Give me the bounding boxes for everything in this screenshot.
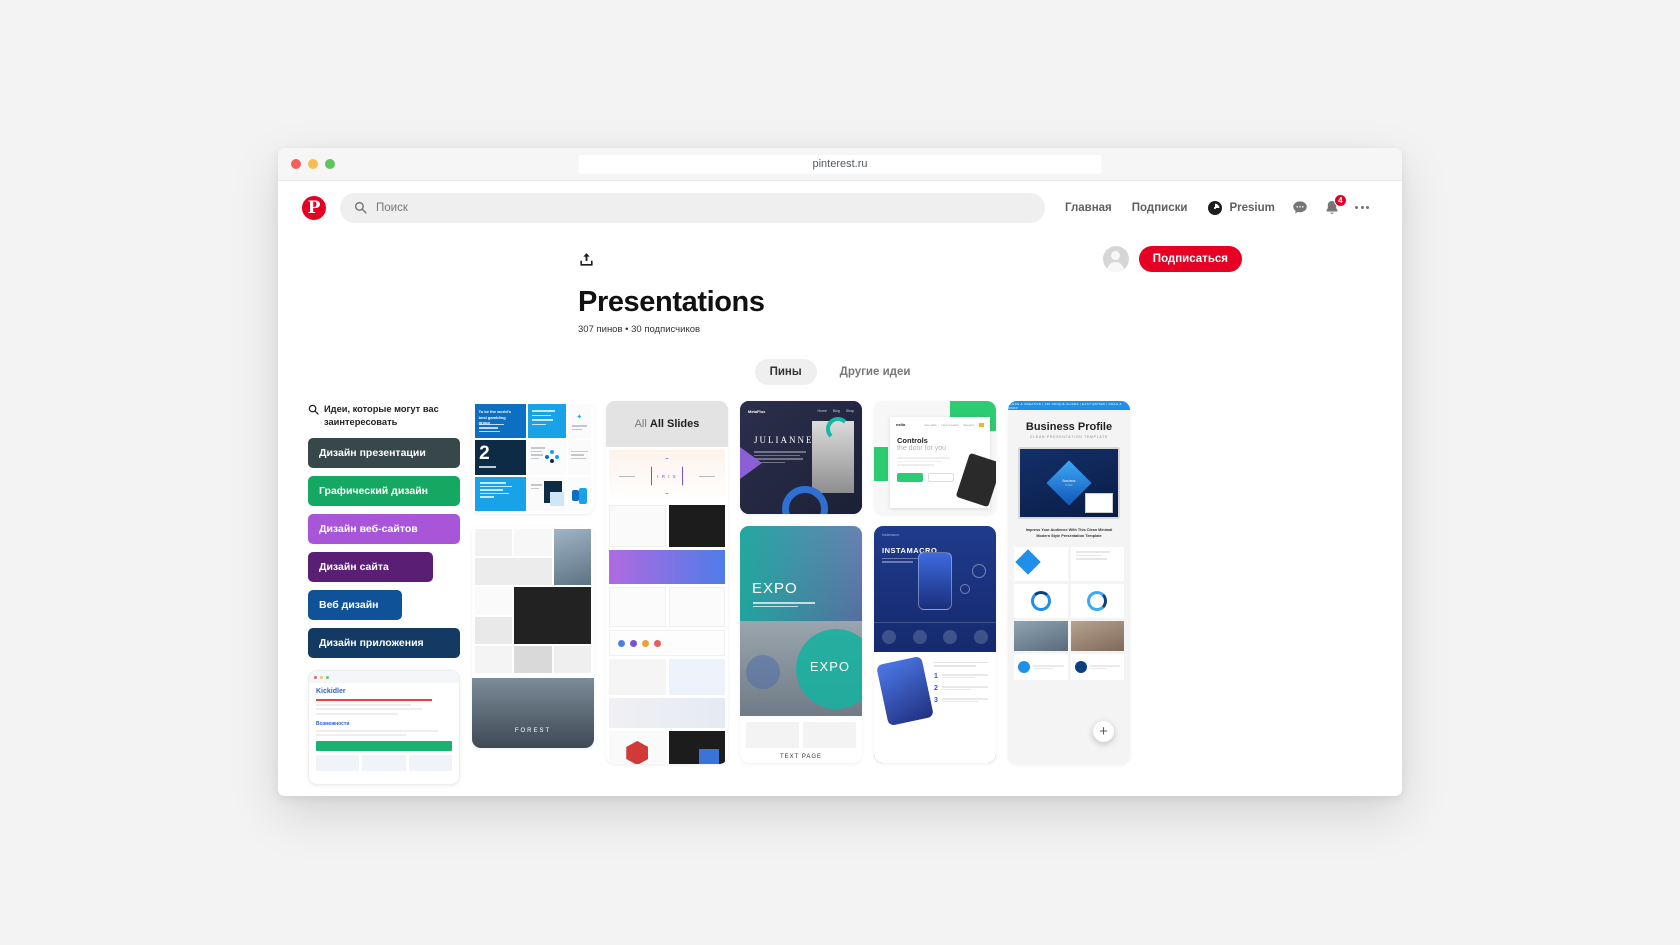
presium-avatar-icon	[1208, 200, 1223, 215]
share-upload-icon[interactable]	[578, 251, 595, 268]
pin-slide-number: 2	[479, 443, 490, 465]
nav-presium-label: Presium	[1229, 201, 1275, 214]
pin-column-5: CLEAN & CREATIVE | 190 UNIQUE SLIDES | E…	[1008, 401, 1130, 785]
window-controls[interactable]	[291, 159, 335, 169]
search-icon	[308, 404, 319, 415]
more-horizontal-icon[interactable]	[1354, 205, 1370, 210]
browser-window: pinterest.ru P Поиск Главная Подписки Pr…	[278, 148, 1402, 796]
pin-minimal-mood-board[interactable]: FOREST	[472, 526, 594, 748]
pin-julianne-title: JULIANNE	[754, 435, 814, 445]
pin-column-2: All All Slides I R I S	[606, 401, 728, 785]
chat-bubble-icon[interactable]	[1291, 199, 1309, 217]
pin-blue-slide-deck[interactable]: To be the world's best gambling group ✦	[472, 401, 594, 514]
pin-controls-subtitle: the door for you	[897, 445, 947, 452]
follow-button[interactable]: Подписаться	[1138, 246, 1242, 272]
pin-instamacro-step-3: 3	[934, 696, 938, 704]
search-placeholder: Поиск	[376, 201, 408, 214]
nav-home[interactable]: Главная	[1065, 202, 1112, 214]
page-title: Presentations	[578, 286, 765, 318]
header-icons: 4	[1291, 193, 1370, 217]
add-pin-button[interactable]: +	[1093, 721, 1114, 742]
board-tabs: Пины Другие идеи	[278, 359, 1402, 385]
notification-badge: 4	[1333, 193, 1347, 207]
board-owner-block: Подписаться	[1102, 246, 1242, 272]
pin-business-title: Business Profile	[1025, 421, 1113, 433]
pin-expo-title-2: EXPO	[809, 659, 850, 674]
board-content: Идеи, которые могут вас заинтересовать Д…	[278, 401, 1402, 786]
board-header: Подписаться Presentations 307 пинов • 30…	[278, 234, 1402, 385]
address-bar-url: pinterest.ru	[812, 158, 868, 170]
pin-iris-logo: I R I S	[657, 473, 677, 479]
sidebar-tag-site-design[interactable]: Дизайн сайта	[308, 552, 433, 583]
pin-column-4: nello Get nello How it works Support Con…	[874, 401, 996, 785]
avatar[interactable]	[1102, 246, 1129, 272]
pin-expo-title: EXPO	[752, 580, 798, 597]
pin-kickidler-ui[interactable]: Kickidler Возможности	[308, 670, 460, 786]
nav-following[interactable]: Подписки	[1132, 202, 1188, 214]
ideas-sidebar-heading: Идеи, которые могут вас заинтересовать	[308, 403, 460, 428]
sidebar-tag-graphic-design[interactable]: Графический дизайн	[308, 476, 460, 507]
search-icon	[354, 201, 367, 214]
pin-column-1: To be the world's best gambling group ✦	[472, 401, 594, 785]
pin-expo-subtitle: TEXT PAGE	[779, 754, 823, 760]
pin-controls-title: Controls	[897, 436, 928, 445]
pin-instamacro-step-1: 1	[934, 672, 938, 680]
pinterest-logo-icon[interactable]: P	[302, 195, 326, 220]
nav-presium[interactable]: Presium	[1207, 200, 1275, 216]
browser-titlebar: pinterest.ru	[278, 148, 1402, 181]
board-meta: 307 пинов • 30 подписчиков	[578, 324, 701, 335]
pin-column-3: MetaFlux Home Blog Shop JULIANNE EXPO EX…	[740, 401, 862, 785]
pin-instamacro-step-2: 2	[934, 684, 938, 692]
pin-business-subtitle: CLEAN PRESENTATION TEMPLATE	[1029, 435, 1109, 439]
sidebar-tag-app-design[interactable]: Дизайн приложения	[308, 628, 460, 659]
pin-all-slides-template[interactable]: All All Slides I R I S	[606, 401, 728, 764]
pin-business-ribbon: CLEAN & CREATIVE | 190 UNIQUE SLIDES | E…	[1008, 401, 1122, 410]
address-bar[interactable]: pinterest.ru	[577, 153, 1103, 175]
ideas-sidebar: Идеи, которые могут вас заинтересовать Д…	[308, 401, 460, 786]
pin-slide-title: To be the world's best gambling group	[478, 409, 511, 425]
bell-icon[interactable]: 4	[1323, 193, 1347, 217]
search-input[interactable]: Поиск	[340, 192, 1045, 223]
sidebar-tag-presentation-design[interactable]: Дизайн презентации	[308, 438, 460, 469]
pin-business-profile-template[interactable]: CLEAN & CREATIVE | 190 UNIQUE SLIDES | E…	[1008, 401, 1130, 764]
maximize-window-button[interactable]	[325, 159, 335, 169]
pin-kickidler-title: Kickidler	[316, 688, 346, 696]
pin-business-quote: Impress Your Audience With This Clean Mi…	[1025, 528, 1113, 538]
header-nav: Главная Подписки Presium	[1065, 200, 1275, 216]
pinterest-header: P Поиск Главная Подписки Presium 4	[278, 181, 1402, 234]
minimize-window-button[interactable]	[308, 159, 318, 169]
pin-all-slides-title: All All Slides	[634, 418, 700, 430]
pin-expo-presentation[interactable]: EXPO EXPO TEXT PAGE	[740, 526, 862, 763]
close-window-button[interactable]	[291, 159, 301, 169]
pin-instamacro-app[interactable]: Instamacro INSTAMACRO 1 2 3	[874, 526, 996, 763]
pin-controls-landing[interactable]: nello Get nello How it works Support Con…	[874, 401, 996, 514]
tab-more-ideas[interactable]: Другие идеи	[825, 359, 926, 385]
sidebar-tag-website-design[interactable]: Дизайн веб-сайтов	[308, 514, 460, 545]
ideas-sidebar-heading-label: Идеи, которые могут вас заинтересовать	[324, 404, 439, 427]
board-actions-row: Подписаться	[578, 240, 1402, 278]
pin-forest-caption: FOREST	[514, 728, 552, 734]
sidebar-tag-web-design[interactable]: Веб дизайн	[308, 590, 403, 621]
pin-grid: To be the world's best gambling group ✦	[472, 401, 1402, 785]
tab-pins[interactable]: Пины	[754, 359, 817, 385]
pin-julianne-website[interactable]: MetaFlux Home Blog Shop JULIANNE	[740, 401, 862, 514]
